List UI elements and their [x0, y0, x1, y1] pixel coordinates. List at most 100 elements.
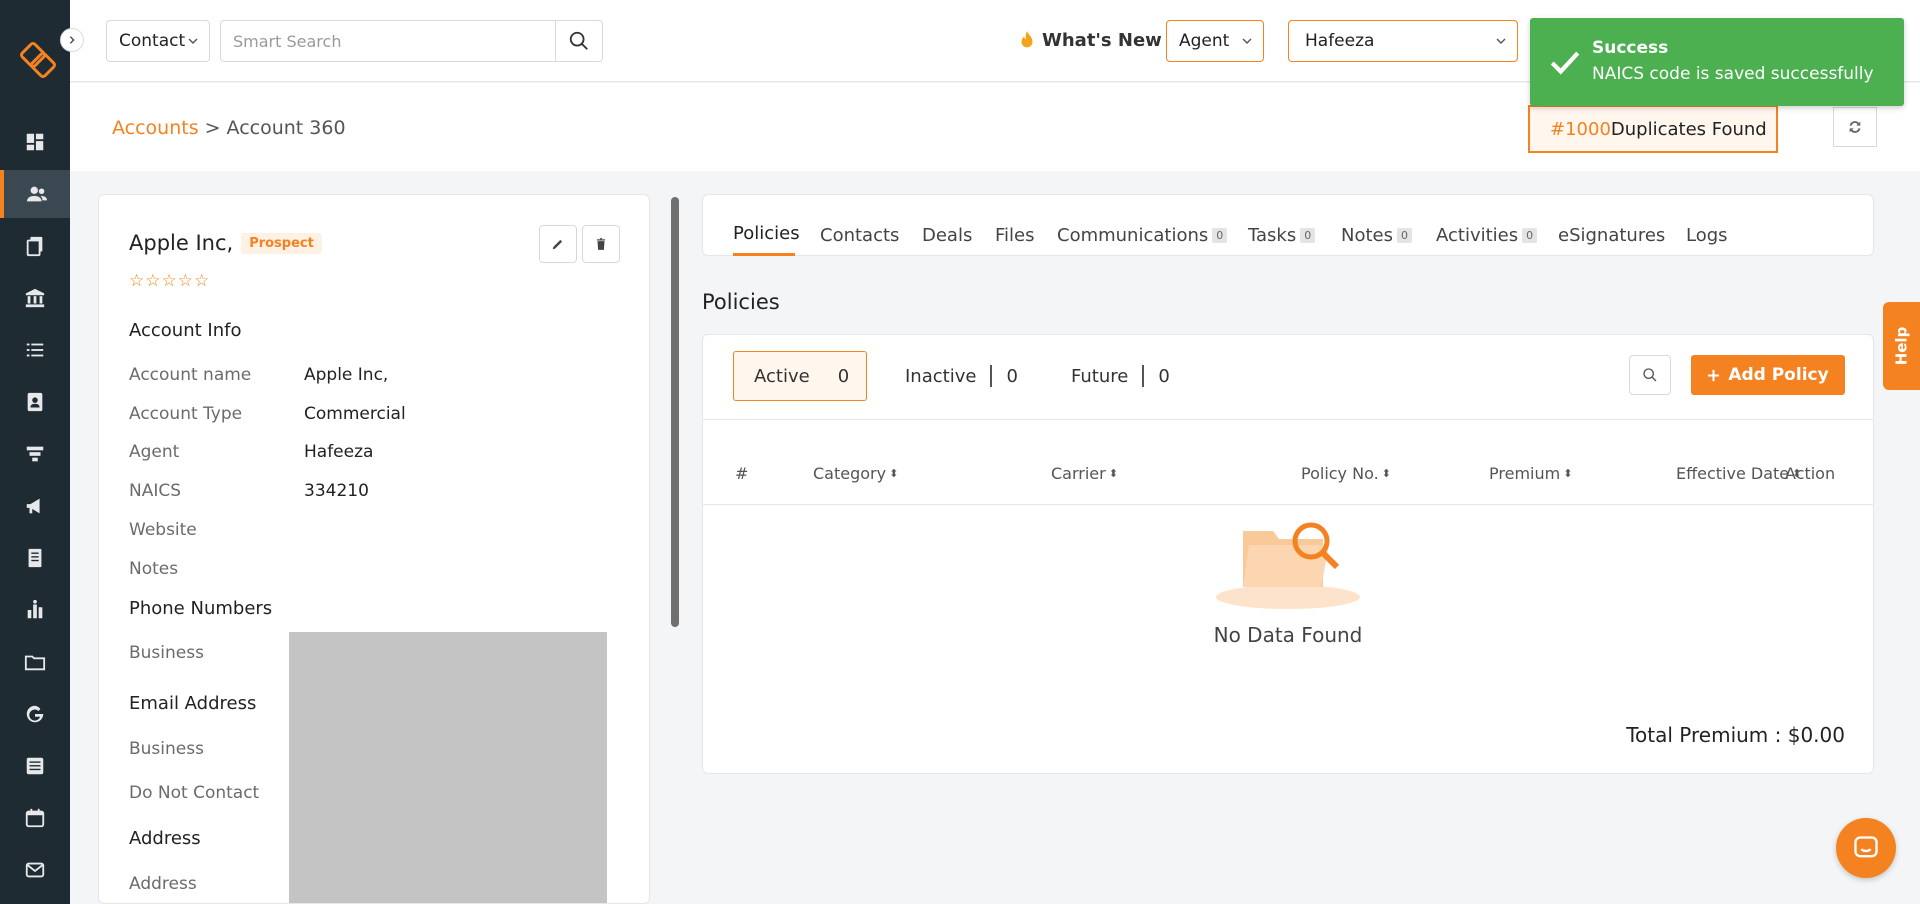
sort-icon: ⬍ [1108, 467, 1118, 480]
chat-launcher-button[interactable] [1836, 818, 1896, 878]
funnel-icon[interactable] [0, 430, 70, 478]
analytics-icon[interactable] [0, 586, 70, 634]
search-icon [569, 31, 588, 50]
tab-notes[interactable]: Notes 0 [1341, 225, 1412, 246]
duplicates-found-button[interactable]: #1000 Duplicates Found [1528, 105, 1778, 153]
section-title: Policies [702, 290, 780, 314]
megaphone-icon[interactable] [0, 482, 70, 530]
user-select[interactable]: Hafeeza [1288, 20, 1518, 62]
app-logo[interactable] [18, 40, 58, 80]
tab-tasks[interactable]: Tasks 0 [1248, 225, 1316, 246]
dashboard-icon[interactable] [0, 118, 70, 166]
policy-search-button[interactable] [1629, 355, 1671, 395]
policies-table-header: # Category ⬍ Carrier ⬍ Policy No. ⬍ Premium… [703, 419, 1873, 505]
tab-label: Communications [1057, 225, 1209, 246]
filter-label: Inactive [905, 365, 977, 387]
field-label: Account name [129, 365, 252, 385]
empty-state-text: No Data Found [1213, 623, 1363, 647]
contacts-book-icon[interactable] [0, 378, 70, 426]
filter-label: Active [754, 365, 810, 387]
chevron-down-icon [1496, 38, 1506, 44]
whats-new-link[interactable]: What's New [1016, 28, 1162, 52]
panel-scrollbar[interactable] [671, 197, 679, 627]
mail-icon[interactable] [0, 846, 70, 894]
field-label: Agent [129, 442, 180, 462]
phone-numbers-heading: Phone Numbers [129, 598, 273, 619]
do-not-contact-label: Do Not Contact [129, 783, 260, 803]
tab-contacts[interactable]: Contacts [820, 225, 899, 246]
check-icon [1550, 51, 1580, 75]
column-label: Policy No. [1301, 464, 1379, 483]
field-label: Account Type [129, 404, 243, 424]
tab-policies[interactable]: Policies [733, 223, 800, 244]
total-premium: Total Premium : $0.00 [1626, 723, 1845, 747]
rating-stars[interactable]: ☆☆☆☆☆ [129, 271, 210, 291]
empty-folder-icon [1216, 522, 1360, 609]
folder-icon[interactable] [0, 638, 70, 686]
list-icon[interactable] [0, 326, 70, 374]
sidebar-toggle-button[interactable] [60, 28, 84, 52]
smart-search-input[interactable] [220, 20, 556, 62]
google-icon[interactable] [0, 690, 70, 738]
account-type-value: Commercial [304, 404, 406, 424]
search-button[interactable] [555, 20, 603, 62]
filter-label: Future [1071, 365, 1129, 387]
sidebar [0, 0, 70, 904]
account-title: Apple Inc, Prospect [129, 231, 322, 255]
tab-label: Policies [733, 223, 800, 244]
tab-activities[interactable]: Activities 0 [1436, 225, 1538, 246]
tab-logs[interactable]: Logs [1686, 225, 1728, 246]
account-name-value: Apple Inc, [304, 365, 389, 385]
tab-files[interactable]: Files [995, 225, 1035, 246]
role-select[interactable]: Agent [1166, 20, 1264, 62]
calendar-icon[interactable] [0, 794, 70, 842]
refresh-button[interactable] [1833, 107, 1877, 147]
spreadsheet-icon[interactable] [0, 742, 70, 790]
tab-communications[interactable]: Communications 0 [1057, 225, 1228, 246]
delete-button[interactable] [582, 225, 620, 263]
toast-title: Success [1592, 38, 1669, 58]
tab-label: eSignatures [1558, 225, 1666, 246]
tab-label: Tasks [1248, 225, 1297, 246]
filter-future[interactable]: Future 0 [1071, 351, 1170, 401]
filter-inactive[interactable]: Inactive 0 [905, 351, 1018, 401]
policies-card: Active 0 Inactive 0 Future 0 Add Policy … [702, 334, 1874, 774]
filter-count: 0 [1158, 365, 1170, 387]
help-tab[interactable]: Help [1883, 302, 1920, 390]
module-select[interactable]: Contact [106, 20, 210, 62]
refresh-icon [1849, 121, 1861, 133]
chevron-down-icon [188, 38, 198, 44]
tab-count-badge: 0 [1300, 228, 1316, 243]
edit-button[interactable] [539, 225, 577, 263]
column-label: Carrier [1051, 464, 1106, 483]
tab-label: Contacts [820, 225, 900, 246]
address-heading: Address [129, 828, 201, 849]
redacted-region [289, 632, 607, 903]
whats-new-label: What's New [1042, 29, 1162, 51]
tab-esignatures[interactable]: eSignatures [1558, 225, 1665, 246]
account-name: Apple Inc, [129, 231, 234, 255]
tab-deals[interactable]: Deals [922, 225, 972, 246]
column-header-effective-date[interactable]: Effective Date ⬍ [1676, 464, 1801, 483]
pencil-icon [552, 239, 563, 250]
tab-count-badge: 0 [1522, 228, 1538, 243]
tab-label: Deals [922, 225, 973, 246]
accounts-icon[interactable] [0, 170, 70, 218]
user-select-value: Hafeeza [1305, 31, 1375, 51]
chevron-down-icon [1242, 38, 1252, 44]
search-icon [1643, 368, 1657, 382]
email-business-label: Business [129, 739, 204, 759]
add-policy-button[interactable]: Add Policy [1691, 355, 1845, 395]
bank-icon[interactable] [0, 274, 70, 322]
filter-active[interactable]: Active 0 [733, 351, 867, 401]
documents-icon[interactable] [0, 222, 70, 270]
agent-value: Hafeeza [304, 442, 374, 462]
report-icon[interactable] [0, 534, 70, 582]
success-toast[interactable]: Success NAICS code is saved successfully [1530, 18, 1904, 106]
column-header-premium[interactable]: Premium ⬍ [1489, 464, 1572, 483]
breadcrumb-accounts-link[interactable]: Accounts [112, 117, 199, 139]
column-header-category[interactable]: Category ⬍ [813, 464, 898, 483]
column-header-carrier[interactable]: Carrier ⬍ [1051, 464, 1118, 483]
tab-label: Files [995, 225, 1035, 246]
column-header-policy-no[interactable]: Policy No. ⬍ [1301, 464, 1391, 483]
